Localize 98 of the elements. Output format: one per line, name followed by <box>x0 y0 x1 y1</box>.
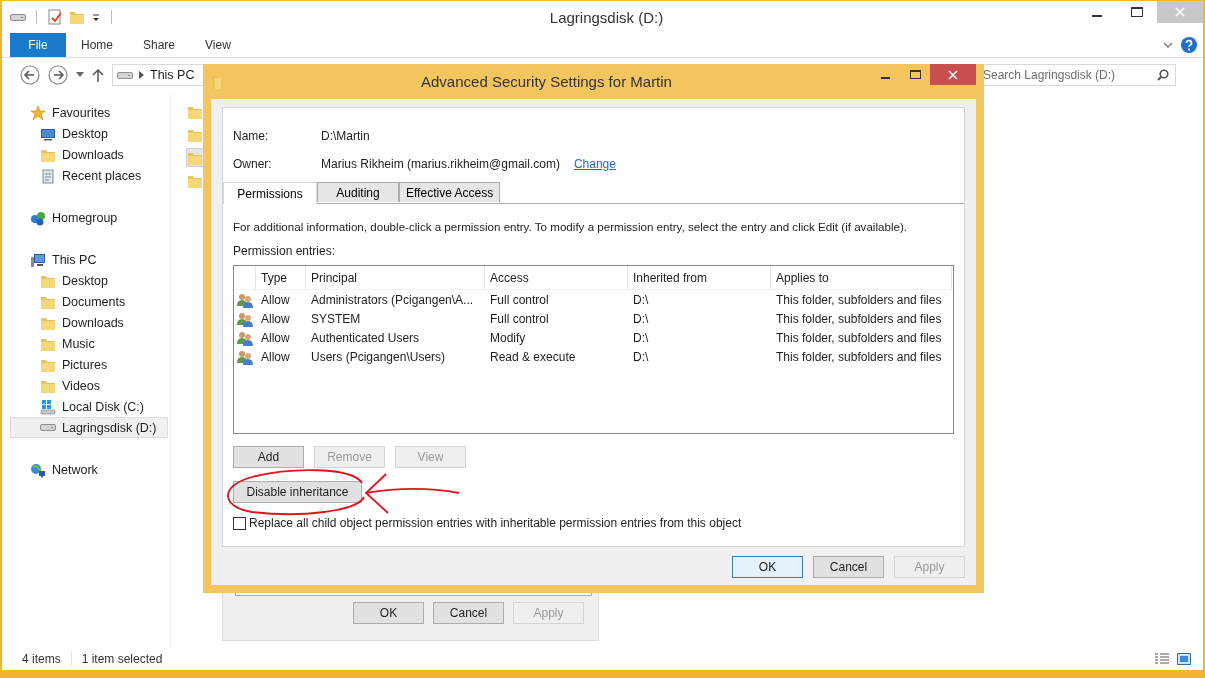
table-cell-text: Allow <box>260 311 291 326</box>
ribbon-tab[interactable]: View <box>190 33 246 57</box>
table-cell-text: Allow <box>260 330 291 345</box>
table-cell-text: Full control <box>489 311 550 326</box>
drive-icon <box>117 71 133 79</box>
table-cell-text: Allow <box>260 292 291 307</box>
ribbon-tab[interactable]: Home <box>66 33 128 57</box>
nav-item[interactable]: Documents <box>2 291 170 312</box>
nav-item[interactable]: Homegroup <box>2 207 170 228</box>
local-disk-icon <box>40 398 56 415</box>
checkbox[interactable] <box>233 516 246 530</box>
search-placeholder: Search Lagringsdisk (D:) <box>983 68 1116 82</box>
folder-icon <box>211 73 223 90</box>
field-label: Owner: <box>233 157 273 171</box>
file-menu-tab[interactable]: File <box>10 33 66 57</box>
star-icon <box>30 104 46 121</box>
network-icon <box>30 461 46 478</box>
nav-item[interactable]: Pictures <box>2 354 170 375</box>
breadcrumb-arrow-icon[interactable] <box>139 71 144 79</box>
table-cell-text: Authenticated Users <box>310 330 421 345</box>
table-cell-text: D:\ <box>632 349 650 364</box>
field-value: D:\Martin <box>321 129 370 143</box>
column-header[interactable]: Type <box>256 266 306 289</box>
expand-ribbon-icon[interactable] <box>1163 41 1173 49</box>
users-icon <box>237 291 253 308</box>
forward-icon[interactable] <box>48 65 68 85</box>
nav-item[interactable]: Lagringsdisk (D:) <box>10 417 168 438</box>
column-header[interactable]: Access <box>485 266 628 289</box>
table-cell-text: Read & execute <box>489 349 577 364</box>
maximize-icon <box>909 70 921 79</box>
users-icon <box>237 348 253 365</box>
recent-places-icon <box>40 167 56 184</box>
properties-icon[interactable] <box>47 9 63 25</box>
section-label: Permission entries: <box>233 244 337 258</box>
table-cell-text: SYSTEM <box>310 311 362 326</box>
nav-item[interactable]: Favourites <box>2 102 170 123</box>
homegroup-icon <box>30 209 46 226</box>
minimize-icon <box>1092 15 1102 17</box>
nav-item[interactable]: Videos <box>2 375 170 396</box>
table-cell-text: This folder, subfolders and files <box>775 330 943 345</box>
users-icon <box>237 329 253 346</box>
nav-item[interactable]: Downloads <box>2 144 170 165</box>
drive-icon <box>40 424 56 431</box>
dialog-button[interactable]: Cancel <box>813 556 884 578</box>
nav-item[interactable]: Local Disk (C:) <box>2 396 170 417</box>
dialog-button[interactable]: OK <box>732 556 803 578</box>
back-icon[interactable] <box>20 65 40 85</box>
nav-item[interactable]: Desktop <box>2 270 170 291</box>
item-count: 4 items <box>22 652 62 666</box>
nav-item[interactable]: Network <box>2 459 170 480</box>
nav-item[interactable]: Desktop <box>2 123 170 144</box>
dialog-button[interactable]: OK <box>353 602 424 624</box>
table-cell-text: Full control <box>489 292 550 307</box>
table-cell-text: This folder, subfolders and files <box>775 292 943 307</box>
window-title: Lagringsdisk (D:) <box>548 8 665 26</box>
dialog-button[interactable]: Cancel <box>433 602 504 624</box>
table-cell-text: D:\ <box>632 292 650 307</box>
table-cell-text: This folder, subfolders and files <box>775 349 943 364</box>
close-icon <box>948 69 958 80</box>
nav-item[interactable]: This PC <box>2 249 170 270</box>
column-header[interactable]: Inherited from <box>628 266 771 289</box>
field-label: Name: <box>233 129 270 143</box>
nav-item[interactable]: Recent places <box>2 165 170 186</box>
large-icons-view-icon[interactable] <box>1177 653 1191 665</box>
maximize-icon <box>1131 7 1143 17</box>
users-icon <box>237 310 253 327</box>
instructions-text: For additional information, double-click a permission entry. To modify a permission entry, select the entry and click Edit (if available). <box>233 220 909 233</box>
breadcrumb-item[interactable]: This PC <box>150 68 195 82</box>
up-icon[interactable] <box>92 68 104 82</box>
checkbox-label: Replace all child object permission entries with inheritable permission entries from this object <box>249 516 742 530</box>
tab[interactable]: Effective Access <box>399 182 501 202</box>
tab[interactable]: Permissions <box>223 182 317 204</box>
recent-locations-icon[interactable] <box>76 72 84 78</box>
tab[interactable]: Auditing <box>317 182 399 202</box>
table-cell-text: Users (Pcigangen\Users) <box>310 349 447 364</box>
change-link[interactable]: Change <box>573 157 616 171</box>
column-header[interactable]: Principal <box>306 266 485 289</box>
table-cell-text: D:\ <box>632 330 650 345</box>
dialog-title: Advanced Security Settings for Martin <box>420 73 673 90</box>
field-value: Marius Rikheim (marius.rikheim@gmail.com) <box>321 157 560 171</box>
close-icon <box>1175 7 1185 17</box>
nav-item[interactable]: Music <box>2 333 170 354</box>
table-cell-text: Modify <box>489 330 527 345</box>
drive-icon[interactable] <box>10 13 26 21</box>
table-cell-text: Allow <box>260 349 291 364</box>
dialog-button[interactable]: Add <box>233 446 304 468</box>
table-cell-text: D:\ <box>632 311 650 326</box>
selection-count: 1 item selected <box>70 652 173 666</box>
column-header[interactable]: Applies to <box>771 266 952 289</box>
ribbon-tab[interactable]: Share <box>128 33 191 57</box>
disable-inheritance-button[interactable]: Disable inheritance <box>233 481 362 503</box>
table-cell-text: This folder, subfolders and files <box>775 311 943 326</box>
help-icon[interactable] <box>1181 37 1197 53</box>
computer-icon <box>30 251 46 268</box>
nav-item[interactable]: Downloads <box>2 312 170 333</box>
search-icon <box>1157 69 1169 81</box>
minimize-icon <box>880 77 890 79</box>
table-cell-text: Administrators (Pcigangen\A... <box>310 292 475 307</box>
